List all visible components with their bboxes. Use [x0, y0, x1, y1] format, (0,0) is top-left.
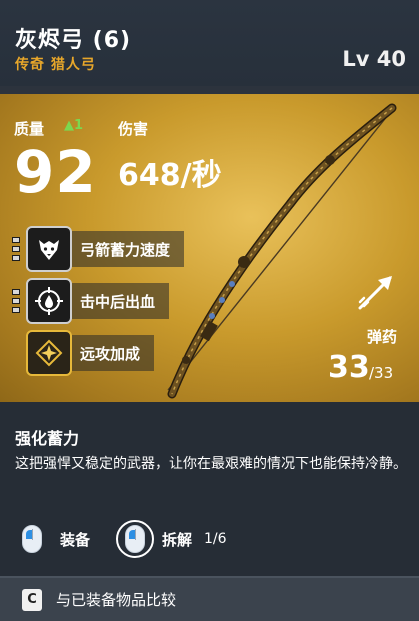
- compare-label: 与已装备物品比较: [56, 591, 177, 609]
- item-name: 灰烬弓 (6): [15, 28, 132, 53]
- item-header: 灰烬弓 (6) 传奇 猎人弓 Lv 40: [0, 0, 419, 86]
- left-click-icon: [125, 525, 145, 553]
- arrow-icon: [358, 276, 392, 310]
- gold-star-icon: [26, 330, 72, 376]
- dismantle-count: 1/6: [204, 531, 227, 547]
- perk-row[interactable]: 击中后出血: [12, 278, 170, 324]
- wolf-icon: [26, 226, 72, 272]
- perk-pips: [12, 289, 22, 313]
- quality-label: 质量: [14, 120, 45, 138]
- perk-label: 远攻加成: [72, 335, 155, 371]
- perk-pip: [12, 246, 20, 252]
- item-rarity-type: 传奇 猎人弓: [15, 57, 96, 73]
- mouse-divider: [135, 529, 136, 540]
- perk-label: 击中后出血: [72, 283, 170, 319]
- item-level: Lv 40: [342, 47, 406, 71]
- equip-label: 装备: [60, 530, 91, 549]
- damage-value: 648/秒: [118, 158, 222, 193]
- item-tooltip-card: 灰烬弓 (6) 传奇 猎人弓 Lv 40 质量 ▲1 伤害 92 648/秒 弓…: [0, 0, 419, 621]
- perk-pip: [12, 255, 20, 261]
- quality-value: 92: [14, 138, 97, 206]
- blood-target-icon: [26, 278, 72, 324]
- damage-label: 伤害: [118, 120, 149, 138]
- action-bar: 装备 拆解 1/6: [0, 520, 419, 560]
- mouse-divider: [32, 529, 33, 540]
- perk-row[interactable]: 弓箭蓄力速度: [12, 226, 185, 272]
- perk-pip: [12, 289, 20, 295]
- perk-pip: [12, 307, 20, 313]
- header-divider: [0, 86, 419, 94]
- hold-ring-icon: [116, 520, 154, 558]
- ammo-current: 33: [328, 350, 370, 385]
- ammo-label: 弹药: [367, 328, 398, 346]
- keyboard-key-icon: C: [22, 588, 42, 611]
- perk-row[interactable]: 远攻加成: [12, 330, 155, 376]
- quality-delta: ▲1: [64, 118, 84, 133]
- item-preview-panel: 质量 ▲1 伤害 92 648/秒 弓箭蓄力速度 击中后出血 远攻加成 弹药 3…: [0, 94, 419, 402]
- dismantle-button[interactable]: 拆解 1/6: [116, 520, 227, 558]
- perk-label: 弓箭蓄力速度: [72, 231, 185, 267]
- left-click-icon: [22, 525, 42, 553]
- ammo-max: /33: [369, 364, 394, 382]
- perk-pip: [12, 298, 20, 304]
- compare-bar[interactable]: C 与已装备物品比较: [0, 578, 419, 621]
- description-text: 这把强悍又稳定的武器，让你在最艰难的情况下也能保持冷静。: [15, 456, 407, 472]
- perk-pip: [12, 237, 20, 243]
- dismantle-label: 拆解: [162, 530, 193, 549]
- equip-button[interactable]: 装备: [22, 525, 90, 553]
- description-title: 强化蓄力: [15, 429, 80, 448]
- perk-pips: [12, 237, 22, 261]
